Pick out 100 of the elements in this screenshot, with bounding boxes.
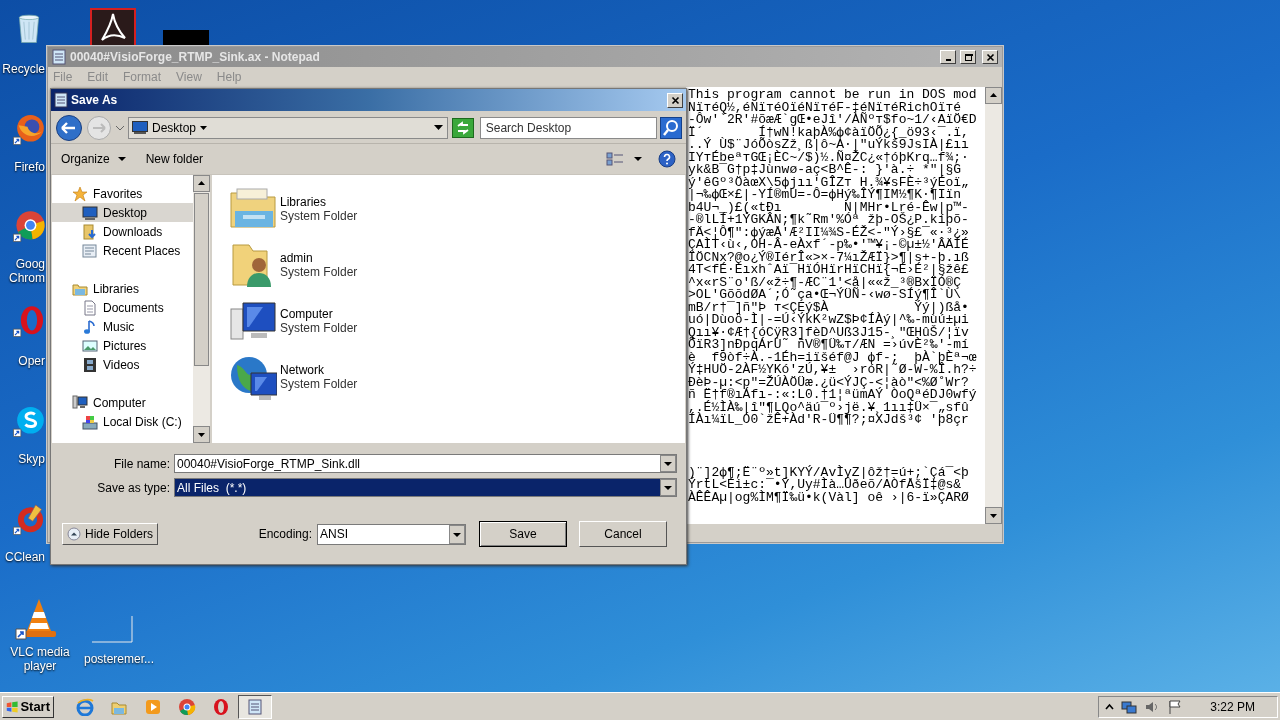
notepad-icon bbox=[52, 49, 66, 65]
folder-entry[interactable]: Libraries System Folder bbox=[229, 181, 685, 237]
icon-label[interactable]: Oper bbox=[18, 354, 45, 368]
nav-item[interactable]: Desktop bbox=[52, 203, 193, 222]
start-button[interactable]: Start bbox=[2, 695, 54, 718]
hide-folders-button[interactable]: Hide Folders bbox=[62, 523, 159, 545]
text-line: NïтéQ½,éNïтéOïéNïтéF-‡éNïтéRichOïтé bbox=[688, 101, 962, 114]
star-icon bbox=[72, 185, 88, 202]
dropdown-button[interactable] bbox=[449, 524, 465, 544]
view-options-icon[interactable] bbox=[606, 152, 624, 166]
taskbar-button[interactable] bbox=[238, 694, 272, 719]
toolbar-button[interactable]: Organize bbox=[61, 150, 126, 168]
icon-label[interactable]: Skyp bbox=[18, 452, 45, 466]
computer-icon bbox=[72, 394, 88, 411]
brush-icon[interactable] bbox=[12, 502, 46, 536]
encoding-label: Encoding: bbox=[258, 526, 312, 543]
icon-label[interactable]: VLC media bbox=[10, 645, 70, 659]
windows-logo-icon[interactable] bbox=[6, 699, 19, 714]
encoding-select[interactable]: ANSI bbox=[317, 523, 466, 545]
show-hidden-icons-icon[interactable] bbox=[1105, 702, 1115, 711]
dropdown-button[interactable] bbox=[660, 455, 676, 472]
toolbar-button[interactable]: New folder bbox=[145, 150, 204, 168]
dropdown-button[interactable] bbox=[660, 479, 676, 496]
scroll-thumb[interactable] bbox=[194, 193, 209, 366]
text-line: b4U¬_)£(«tÐı N|MHr•Lré-Êw|p™- bbox=[688, 201, 970, 214]
recent-places-icon bbox=[82, 242, 98, 259]
nav-item[interactable]: Downloads bbox=[52, 222, 193, 241]
browser-e-icon[interactable] bbox=[76, 697, 94, 716]
field-label: Save as type: bbox=[96, 479, 171, 497]
icon-label[interactable]: Chrom bbox=[9, 271, 45, 285]
nav-item[interactable]: Videos bbox=[52, 355, 193, 374]
text-line: ÏÖCNx?@o¿Ý®IérÎ«>×-7¼ıŽÆÏ}>¶|s+-þ.ıß bbox=[688, 251, 970, 264]
dialog-title: Save As bbox=[71, 92, 118, 109]
icon-label[interactable]: Recycle bbox=[2, 62, 45, 76]
download-folder-icon bbox=[82, 223, 98, 240]
music-note-icon bbox=[82, 318, 98, 335]
cancel-button[interactable]: Cancel bbox=[579, 521, 667, 547]
text-area[interactable] bbox=[686, 87, 985, 524]
icon-label[interactable]: posteremer... bbox=[84, 652, 154, 666]
film-icon bbox=[82, 356, 98, 373]
text-line: |¬‰фŒ×£|-YÍ®mU=-Ô=фHý‰ÎÝ¶IM½¶K·¶Iïn bbox=[688, 189, 962, 202]
search-field[interactable]: Search Desktop bbox=[479, 116, 657, 139]
text-line: >OL'GõōdØA´;Ó˜ça•Œ¬ÝÜÑ-‹wø-SÍý¶Î`Ù\ bbox=[688, 289, 962, 302]
scrollbar[interactable] bbox=[193, 175, 210, 443]
swirl-icon[interactable] bbox=[90, 8, 136, 48]
folder-entry[interactable]: admin System Folder bbox=[229, 237, 685, 293]
drive-icon bbox=[82, 413, 98, 430]
history-caret-icon[interactable] bbox=[115, 123, 125, 132]
clock: 3:22 PM bbox=[1210, 698, 1255, 716]
wheel-logo-icon[interactable] bbox=[178, 697, 196, 716]
notepad-icon bbox=[54, 92, 68, 108]
icon-label[interactable]: CClean bbox=[4, 550, 45, 564]
cloud-logo-icon[interactable] bbox=[12, 404, 46, 438]
ring-logo-icon[interactable] bbox=[12, 304, 46, 338]
flag-icon[interactable] bbox=[1167, 698, 1184, 715]
document-icon bbox=[82, 299, 98, 316]
save-button[interactable]: Save bbox=[479, 521, 567, 547]
text-line: Qıı¥·¢Æ†{óCÿR3]fèD^Uß3J15-¸"ŒHûŠ/¦ïv bbox=[688, 326, 970, 339]
help-icon[interactable] bbox=[658, 150, 676, 168]
address-bar[interactable]: Desktop bbox=[128, 116, 448, 139]
ring-logo-icon[interactable] bbox=[212, 697, 230, 716]
text-line: ,.É½ÌÀ‰|î"¶LQo^äú¯º›jë.¥¸1ıı‡Ü×¯„sfû bbox=[688, 401, 969, 414]
thumbnail-icon[interactable] bbox=[163, 30, 209, 46]
text-line: fÄ<¦Ô¶":фýæÅ'Æ²II¼¾S-ÉŽ<-"Ý›§£¯«·³¿» bbox=[688, 226, 970, 239]
caret-icon bbox=[200, 125, 208, 130]
search-icon[interactable] bbox=[660, 116, 682, 139]
text-line: ÇAÌT‹ù‹,OH-Â-eÀxf´-p‰•'™¥¡-©µ±½'ÂÄÍÉ bbox=[688, 239, 970, 252]
icon-label[interactable]: Goog bbox=[15, 257, 45, 271]
nav-item[interactable]: Documents bbox=[52, 298, 193, 317]
text-line: ÀÊÊAµ|og%ÌM¶Ï‰ü•k(Vàl] oê ›|6-ï»ÇARØ bbox=[688, 491, 970, 504]
nav-item[interactable]: Local Disk (C:) bbox=[52, 412, 193, 431]
text-line: This program cannot be run in DOS mod bbox=[688, 89, 978, 102]
icon-label[interactable]: player bbox=[23, 659, 57, 673]
folder-entry[interactable]: Network System Folder bbox=[229, 349, 685, 405]
window-title: 00040#VisioForge_RTMP_Sink.ax - Notepad bbox=[70, 49, 320, 66]
scroll-down-icon bbox=[193, 426, 210, 443]
combo-box[interactable]: All Files (*.*) bbox=[174, 478, 677, 497]
icon-label[interactable]: Firefo bbox=[14, 160, 45, 174]
nav-item[interactable]: Computer bbox=[52, 393, 193, 412]
text-line: )¨]2ф¶;Ë¨º»t]KYÝ/AvÌyZ|ôž†=ú+;`Çá¯<þ bbox=[688, 466, 970, 479]
back-button[interactable] bbox=[55, 113, 83, 142]
caret-icon[interactable] bbox=[634, 157, 642, 161]
nav-item[interactable]: Recent Places bbox=[52, 241, 193, 260]
refresh-button[interactable] bbox=[451, 117, 474, 138]
desktop-icon bbox=[82, 204, 98, 221]
combo-box[interactable]: 00040#VisioForge_RTMP_Sink.dll bbox=[174, 454, 677, 473]
text-line: ñ Ë†f®ıÁfı-:«:L0.†1¦ªümAÝ ÒoQªéDJ0wfý bbox=[688, 389, 978, 402]
nav-item[interactable]: Music bbox=[52, 317, 193, 336]
nav-item[interactable]: Pictures bbox=[52, 336, 193, 355]
scrollbar[interactable] bbox=[985, 87, 1002, 524]
address-text: Desktop bbox=[152, 119, 197, 137]
text-line: ÐèÞ-µ:<p"=ŽÚÀÖÜæ.¿ü<ÝJÇ-<¦àò"<%Ø˚Wr? bbox=[688, 376, 969, 389]
text-line: ÍÀı¼ïL_Ó0`žÊ+Àd'R-Ü¶¶?;¤XJdš³¢ 'þ8çr bbox=[688, 414, 970, 427]
text-line: ÝrtL<Éi±c:¯•Ý,Uy#Ìà…Ûðeõ/AÒfÅšÏ‡@s& bbox=[688, 479, 962, 492]
wheel-logo-icon[interactable] bbox=[12, 209, 46, 243]
nav-item[interactable]: Favorites bbox=[52, 184, 193, 203]
browser-icon[interactable] bbox=[12, 112, 46, 146]
nav-item[interactable]: Libraries bbox=[52, 279, 193, 298]
folder-entry[interactable]: Computer System Folder bbox=[229, 293, 685, 349]
network-icon[interactable] bbox=[1121, 698, 1138, 715]
